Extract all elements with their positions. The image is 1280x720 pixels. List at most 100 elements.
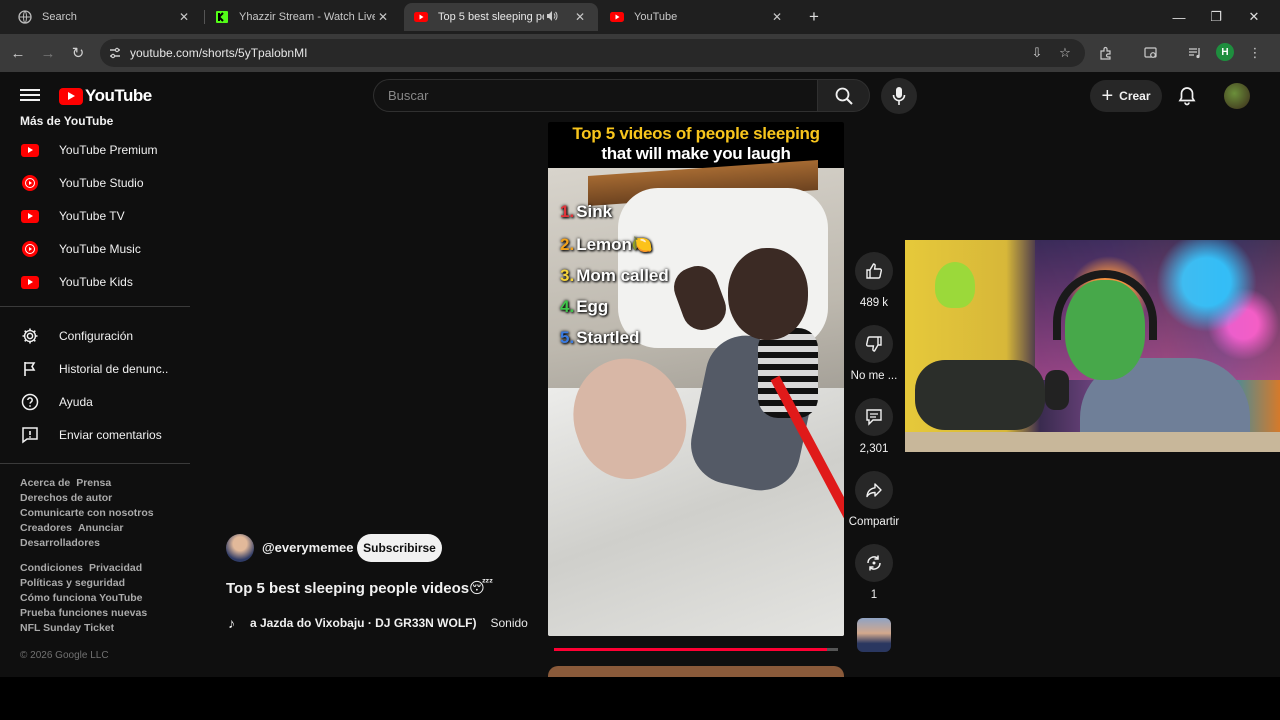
gear-icon <box>20 326 40 346</box>
channel-avatar[interactable] <box>226 534 254 562</box>
extensions-icon[interactable] <box>1096 43 1116 63</box>
remix-icon <box>867 555 881 571</box>
comments-action[interactable]: 2,301 <box>848 398 900 455</box>
site-info-icon[interactable] <box>106 44 124 62</box>
browser-tab-search[interactable]: Search ✕ <box>8 3 202 31</box>
remix-button[interactable] <box>855 544 893 582</box>
user-avatar[interactable] <box>1224 83 1250 109</box>
sidebar-item-settings[interactable]: Configuración <box>0 321 190 351</box>
install-app-icon[interactable]: ⇩ <box>1028 44 1046 62</box>
close-window-icon[interactable]: ✕ <box>1239 6 1269 28</box>
list-text: Egg <box>576 297 609 316</box>
address-bar[interactable]: youtube.com/shorts/5yTpalobnMI ⇩ ☆ <box>100 39 1085 67</box>
footer-links: Políticas y seguridad <box>20 577 131 589</box>
browser-profile-avatar[interactable]: H <box>1216 43 1234 61</box>
sidebar-item-youtube-kids[interactable]: YouTube Kids <box>0 267 190 297</box>
sidebar-item-help[interactable]: Ayuda <box>0 387 190 417</box>
list-number: 3. <box>560 266 575 285</box>
footer-link[interactable]: Cómo funciona YouTube <box>20 592 143 604</box>
search-input[interactable] <box>374 80 817 111</box>
tab-close-icon[interactable]: ✕ <box>769 10 785 24</box>
browser-tab-strip: Search ✕ Yhazzir Stream - Watch Live on … <box>0 0 1280 34</box>
forward-icon[interactable]: → <box>37 42 59 64</box>
video-caption-line1: Top 5 videos of people sleeping <box>572 124 820 143</box>
footer-link[interactable]: Anunciar <box>78 522 124 534</box>
dislike-label: No me ... <box>850 370 898 382</box>
like-action[interactable]: 489 k <box>848 252 900 309</box>
minimize-icon[interactable]: — <box>1164 6 1194 28</box>
footer-link[interactable]: Prensa <box>76 477 111 489</box>
audio-source-avatar[interactable] <box>857 618 891 652</box>
browser-tab-active[interactable]: Top 5 best sleeping people ✕ <box>404 3 598 31</box>
sidebar-item-feedback[interactable]: Enviar comentarios <box>0 420 190 450</box>
bookmark-star-icon[interactable]: ☆ <box>1056 44 1074 62</box>
share-button[interactable] <box>855 471 893 509</box>
footer-link[interactable]: Prueba funciones nuevas <box>20 607 147 619</box>
tab-search-icon[interactable] <box>1141 43 1161 63</box>
tab-close-icon[interactable]: ✕ <box>572 10 588 24</box>
footer-link[interactable]: Privacidad <box>89 562 142 574</box>
new-tab-icon[interactable]: + <box>799 6 829 28</box>
sidebar-item-label: Ayuda <box>59 395 93 409</box>
footer-link[interactable]: Condiciones <box>20 562 83 574</box>
restore-icon[interactable]: ❐ <box>1201 6 1231 28</box>
sidebar-item-label: YouTube Studio <box>59 176 144 190</box>
footer-link[interactable]: NFL Sunday Ticket <box>20 622 114 634</box>
bottom-black-bar <box>0 677 1280 720</box>
short-video-player[interactable]: Top 5 videos of people sleeping that wil… <box>548 122 844 636</box>
tab-close-icon[interactable]: ✕ <box>375 10 391 24</box>
youtube-logo[interactable]: YouTube <box>59 86 152 106</box>
channel-name[interactable]: @everymemee <box>262 540 353 555</box>
youtube-music-icon <box>20 239 40 259</box>
sleeper-head-shape <box>728 248 808 340</box>
reload-icon[interactable]: ↻ <box>67 42 89 64</box>
thumbs-up-icon <box>866 263 883 279</box>
subscribe-button[interactable]: Subscribirse <box>357 534 442 562</box>
search-box <box>373 79 817 112</box>
footer-link[interactable]: Comunicarte con nosotros <box>20 507 154 519</box>
browser-tab-kick[interactable]: Yhazzir Stream - Watch Live on ✕ <box>205 3 401 31</box>
footer-link[interactable]: Políticas y seguridad <box>20 577 125 589</box>
dislike-action[interactable]: No me ... <box>848 325 900 382</box>
youtube-kids-icon <box>20 272 40 292</box>
remix-action[interactable]: 1 <box>848 544 900 601</box>
sidebar-item-youtube-music[interactable]: YouTube Music <box>0 234 190 264</box>
media-controls-icon[interactable] <box>1185 43 1205 63</box>
menu-icon[interactable] <box>20 86 40 106</box>
browser-menu-icon[interactable]: ⋮ <box>1245 43 1265 63</box>
webcam-jacket <box>915 360 1045 430</box>
browser-tab-youtube[interactable]: YouTube ✕ <box>600 3 795 31</box>
like-button[interactable] <box>855 252 893 290</box>
sidebar-item-report-history[interactable]: Historial de denunc... <box>0 354 190 384</box>
footer-link[interactable]: Desarrolladores <box>20 537 100 549</box>
sidebar-item-youtube-tv[interactable]: YouTube TV <box>0 201 190 231</box>
next-short-preview[interactable] <box>548 666 844 677</box>
tab-title: Top 5 best sleeping people <box>438 11 544 23</box>
footer-link[interactable]: Acerca de <box>20 477 70 489</box>
search-button[interactable] <box>817 79 870 112</box>
comments-button[interactable] <box>855 398 893 436</box>
sidebar-item-youtube-studio[interactable]: YouTube Studio <box>0 168 190 198</box>
notifications-bell-icon[interactable] <box>1176 85 1198 107</box>
music-track: a Jazda do Vixobaju · DJ GR33N WOLF) <box>250 616 477 630</box>
footer-link[interactable]: Derechos de autor <box>20 492 112 504</box>
sidebar-item-label: Enviar comentarios <box>59 428 162 442</box>
voice-search-button[interactable] <box>881 78 917 114</box>
youtube-favicon-icon <box>610 10 624 24</box>
footer-link[interactable]: Creadores <box>20 522 72 534</box>
sidebar-item-label: YouTube Music <box>59 242 141 256</box>
dislike-button[interactable] <box>855 325 893 363</box>
back-icon[interactable]: ← <box>7 42 29 64</box>
plus-icon: + <box>1101 85 1114 107</box>
short-title[interactable]: Top 5 best sleeping people videos😴 <box>226 579 493 597</box>
tab-close-icon[interactable]: ✕ <box>176 10 192 24</box>
video-progress-bar[interactable] <box>554 648 838 651</box>
share-action[interactable]: Compartir <box>848 471 900 528</box>
create-label: Crear <box>1119 89 1151 103</box>
create-button[interactable]: + Crear <box>1090 80 1162 112</box>
speaker-icon[interactable] <box>544 10 560 25</box>
remix-count: 1 <box>870 589 878 601</box>
list-number: 2. <box>560 235 575 254</box>
sidebar-item-youtube-premium[interactable]: YouTube Premium <box>0 135 190 165</box>
music-row[interactable]: ♪ a Jazda do Vixobaju · DJ GR33N WOLF) S… <box>228 613 538 633</box>
